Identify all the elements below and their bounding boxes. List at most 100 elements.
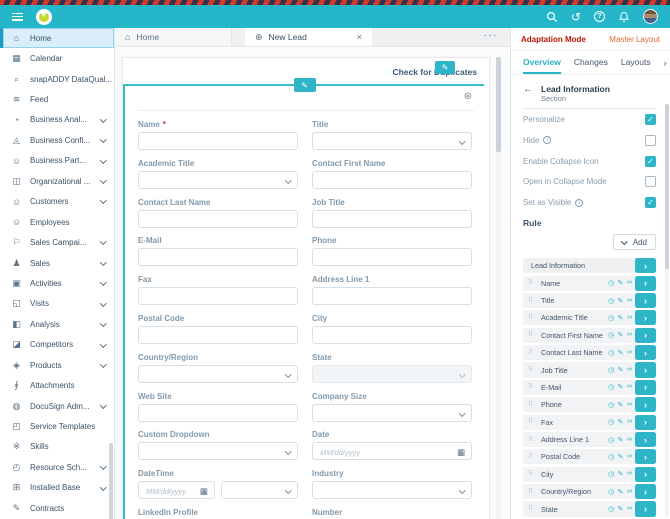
datetime-date-input[interactable]: MM/dd/yyyy▦	[138, 481, 215, 499]
sidebar-item-resource-sch[interactable]: ◴Resource Sch...	[0, 457, 114, 477]
checkbox-set-as-visible[interactable]: ✓	[645, 197, 656, 208]
chevron-right-button[interactable]: ›	[635, 449, 656, 464]
info-icon[interactable]: i	[575, 199, 583, 207]
rule-icon[interactable]: ◷	[608, 314, 614, 322]
postal-code-input[interactable]	[138, 326, 298, 344]
menu-icon[interactable]	[12, 13, 23, 21]
edit-icon[interactable]: ✎	[618, 436, 624, 444]
sidebar-item-organizational[interactable]: ◫Organizational ...	[0, 171, 114, 191]
search-icon[interactable]	[546, 10, 558, 24]
chevron-right-button[interactable]: ›	[635, 362, 656, 377]
drag-handle-icon[interactable]: ⠿	[528, 506, 536, 512]
phone-input[interactable]	[312, 248, 472, 266]
drag-handle-icon[interactable]: ⠿	[528, 315, 536, 321]
sidebar-item-service-templates[interactable]: ◰Service Templates	[0, 416, 114, 436]
company-size-select[interactable]	[312, 404, 472, 422]
sidebar-item-business-part[interactable]: ☺Business Part...	[0, 151, 114, 171]
tab-overflow-icon[interactable]: ···	[484, 30, 499, 41]
drag-handle-icon[interactable]: ⠿	[528, 367, 536, 373]
preview-icon[interactable]: ∞	[627, 436, 632, 444]
preview-icon[interactable]: ∞	[627, 349, 632, 357]
checkbox-enable-collapse-icon[interactable]: ✓	[645, 156, 656, 167]
chevron-right-button[interactable]: ›	[635, 276, 656, 291]
custom-dropdown-select[interactable]	[138, 442, 298, 460]
sidebar-item-activities[interactable]: ▣Activities	[0, 273, 114, 293]
sidebar-item-attachments[interactable]: ∮Attachments	[0, 375, 114, 395]
sidebar-item-sales[interactable]: ♟Sales	[0, 253, 114, 273]
edit-icon[interactable]: ✎	[618, 453, 624, 461]
sidebar-item-analysis[interactable]: ◧Analysis	[0, 314, 114, 334]
rule-icon[interactable]: ◷	[608, 349, 614, 357]
preview-icon[interactable]: ∞	[627, 297, 632, 305]
help-icon[interactable]: ?	[594, 10, 605, 24]
preview-icon[interactable]: ∞	[627, 331, 632, 339]
edit-pencil-badge[interactable]: ✎	[435, 61, 455, 74]
edit-icon[interactable]: ✎	[618, 383, 624, 391]
close-icon[interactable]: ×	[357, 32, 362, 42]
rule-icon[interactable]: ◷	[608, 470, 614, 478]
sidebar-item-snapaddy-dataqual[interactable]: ⌕snapADDY DataQual...	[0, 69, 114, 89]
edit-icon[interactable]: ✎	[618, 470, 624, 478]
chevron-right-button[interactable]: ›	[635, 484, 656, 499]
drag-handle-icon[interactable]: ⠿	[528, 384, 536, 390]
rule-icon[interactable]: ◷	[608, 488, 614, 496]
drag-handle-icon[interactable]: ⠿	[528, 280, 536, 286]
edit-pencil-badge[interactable]: ✎	[294, 78, 316, 92]
chevron-right-button[interactable]: ›	[635, 380, 656, 395]
preview-icon[interactable]: ∞	[627, 383, 632, 391]
address-line-1-input[interactable]	[312, 287, 472, 305]
edit-icon[interactable]: ✎	[618, 401, 624, 409]
rule-icon[interactable]: ◷	[608, 418, 614, 426]
tab-home[interactable]: ⌂Home	[115, 28, 232, 46]
drag-handle-icon[interactable]: ⠿	[528, 298, 536, 304]
preview-icon[interactable]: ∞	[627, 470, 632, 478]
preview-icon[interactable]: ∞	[627, 418, 632, 426]
sidebar-item-docusign-adm[interactable]: ◍DocuSign Adm...	[0, 396, 114, 416]
drag-handle-icon[interactable]: ⠿	[528, 419, 536, 425]
sidebar-item-products[interactable]: ◈Products	[0, 355, 114, 375]
contact-last-name-input[interactable]	[138, 210, 298, 228]
add-rule-button[interactable]: Add	[613, 234, 656, 250]
rule-icon[interactable]: ◷	[608, 453, 614, 461]
main-scrollbar[interactable]	[496, 57, 501, 152]
sidebar-item-feed[interactable]: ≋Feed	[0, 89, 114, 109]
chevron-right-button[interactable]: ›	[635, 467, 656, 482]
collapse-section-icon[interactable]: ⊛	[464, 92, 472, 102]
edit-icon[interactable]: ✎	[618, 297, 624, 305]
tabs-more-icon[interactable]: ›	[664, 51, 667, 74]
chevron-right-button[interactable]: ›	[635, 258, 656, 273]
back-icon[interactable]: ←	[523, 85, 533, 95]
history-icon[interactable]: ↺	[571, 10, 581, 24]
preview-icon[interactable]: ∞	[627, 279, 632, 287]
sidebar-item-business-anal[interactable]: ◔Business Anal...	[0, 110, 114, 130]
name-input[interactable]	[138, 132, 298, 150]
company-logo-icon[interactable]	[36, 9, 52, 25]
date-input[interactable]: MM/dd/yyyy▦	[312, 442, 472, 460]
chevron-right-button[interactable]: ›	[635, 397, 656, 412]
edit-icon[interactable]: ✎	[618, 418, 624, 426]
preview-icon[interactable]: ∞	[627, 314, 632, 322]
sidebar-item-home[interactable]: ⌂Home	[0, 28, 114, 48]
drag-handle-icon[interactable]: ⠿	[528, 402, 536, 408]
fax-input[interactable]	[138, 287, 298, 305]
chevron-right-button[interactable]: ›	[635, 345, 656, 360]
rule-icon[interactable]: ◷	[608, 505, 614, 513]
chevron-right-button[interactable]: ›	[635, 415, 656, 430]
rule-icon[interactable]: ◷	[608, 366, 614, 374]
sidebar-scrollbar[interactable]	[109, 443, 113, 519]
e-mail-input[interactable]	[138, 248, 298, 266]
datetime-time-select[interactable]	[221, 481, 298, 499]
edit-icon[interactable]: ✎	[618, 505, 624, 513]
sidebar-item-visits[interactable]: ◱Visits	[0, 294, 114, 314]
industry-select[interactable]	[312, 481, 472, 499]
drag-handle-icon[interactable]: ⠿	[528, 471, 536, 477]
preview-icon[interactable]: ∞	[627, 488, 632, 496]
drag-handle-icon[interactable]: ⠿	[528, 350, 536, 356]
preview-icon[interactable]: ∞	[627, 505, 632, 513]
rule-icon[interactable]: ◷	[608, 436, 614, 444]
calendar-icon[interactable]: ▦	[200, 486, 208, 496]
title-select[interactable]	[312, 132, 472, 150]
sidebar-item-installed-base[interactable]: ⊞Installed Base	[0, 478, 114, 498]
tab-new-lead[interactable]: ⊕New Lead×	[245, 28, 372, 46]
sidebar-item-competitors[interactable]: ◪Competitors	[0, 335, 114, 355]
